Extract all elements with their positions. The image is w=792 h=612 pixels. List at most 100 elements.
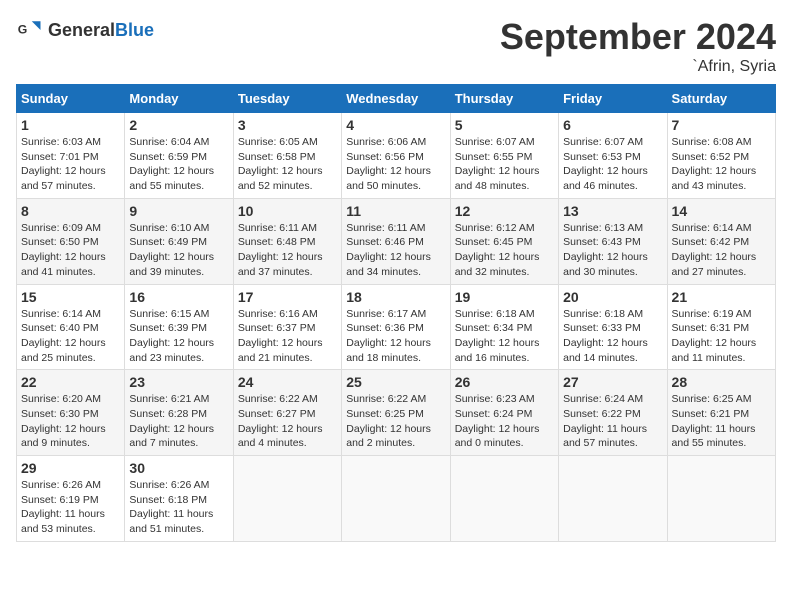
calendar-header: SundayMondayTuesdayWednesdayThursdayFrid…: [17, 85, 776, 113]
calendar-cell: 12 Sunrise: 6:12 AMSunset: 6:45 PMDayligh…: [450, 198, 558, 284]
day-number: 17: [238, 289, 337, 305]
calendar-cell: [559, 456, 667, 542]
day-number: 28: [672, 374, 771, 390]
day-number: 8: [21, 203, 120, 219]
calendar-cell: 5 Sunrise: 6:07 AMSunset: 6:55 PMDaylight…: [450, 113, 558, 199]
weekday-header-friday: Friday: [559, 85, 667, 113]
day-number: 5: [455, 117, 554, 133]
day-number: 11: [346, 203, 445, 219]
day-number: 9: [129, 203, 228, 219]
day-info: Sunrise: 6:25 AMSunset: 6:21 PMDaylight:…: [672, 392, 771, 451]
day-number: 12: [455, 203, 554, 219]
header: G GeneralBlue September 2024 `Afrin, Syr…: [16, 16, 776, 76]
day-number: 24: [238, 374, 337, 390]
calendar-cell: 22 Sunrise: 6:20 AMSunset: 6:30 PMDayligh…: [17, 370, 125, 456]
day-info: Sunrise: 6:20 AMSunset: 6:30 PMDaylight:…: [21, 392, 120, 451]
weekday-header-thursday: Thursday: [450, 85, 558, 113]
day-info: Sunrise: 6:17 AMSunset: 6:36 PMDaylight:…: [346, 307, 445, 366]
calendar-cell: [342, 456, 450, 542]
weekday-header-monday: Monday: [125, 85, 233, 113]
logo-icon: G: [16, 16, 44, 44]
calendar-cell: 29 Sunrise: 6:26 AMSunset: 6:19 PMDayligh…: [17, 456, 125, 542]
calendar-cell: 14Sunrise: 6:14 AMSunset: 6:42 PMDayligh…: [667, 198, 775, 284]
calendar-cell: 6Sunrise: 6:07 AMSunset: 6:53 PMDaylight…: [559, 113, 667, 199]
day-info: Sunrise: 6:21 AMSunset: 6:28 PMDaylight:…: [129, 392, 228, 451]
day-number: 15: [21, 289, 120, 305]
calendar-cell: 4 Sunrise: 6:06 AMSunset: 6:56 PMDaylight…: [342, 113, 450, 199]
location: `Afrin, Syria: [500, 58, 776, 76]
day-number: 29: [21, 460, 120, 476]
day-number: 27: [563, 374, 662, 390]
calendar-cell: 27 Sunrise: 6:24 AMSunset: 6:22 PMDayligh…: [559, 370, 667, 456]
day-info: Sunrise: 6:06 AMSunset: 6:56 PMDaylight:…: [346, 135, 445, 194]
calendar-cell: [667, 456, 775, 542]
day-info: Sunrise: 6:14 AMSunset: 6:40 PMDaylight:…: [21, 307, 120, 366]
day-number: 3: [238, 117, 337, 133]
day-number: 23: [129, 374, 228, 390]
day-info: Sunrise: 6:24 AMSunset: 6:22 PMDaylight:…: [563, 392, 662, 451]
day-number: 7: [672, 117, 771, 133]
calendar-cell: 18 Sunrise: 6:17 AMSunset: 6:36 PMDayligh…: [342, 284, 450, 370]
day-info: Sunrise: 6:22 AMSunset: 6:25 PMDaylight:…: [346, 392, 445, 451]
day-info: Sunrise: 6:19 AMSunset: 6:31 PMDaylight:…: [672, 307, 771, 366]
calendar-cell: 3 Sunrise: 6:05 AMSunset: 6:58 PMDaylight…: [233, 113, 341, 199]
calendar-cell: 19Sunrise: 6:18 AMSunset: 6:34 PMDayligh…: [450, 284, 558, 370]
day-number: 10: [238, 203, 337, 219]
logo: G GeneralBlue: [16, 16, 154, 44]
calendar-week-1: 1Sunrise: 6:03 AMSunset: 7:01 PMDaylight…: [17, 113, 776, 199]
month-title: September 2024: [500, 16, 776, 58]
calendar-cell: 21 Sunrise: 6:19 AMSunset: 6:31 PMDayligh…: [667, 284, 775, 370]
day-info: Sunrise: 6:18 AMSunset: 6:33 PMDaylight:…: [563, 307, 662, 366]
day-info: Sunrise: 6:04 AMSunset: 6:59 PMDaylight:…: [129, 135, 228, 194]
day-info: Sunrise: 6:15 AMSunset: 6:39 PMDaylight:…: [129, 307, 228, 366]
weekday-header-saturday: Saturday: [667, 85, 775, 113]
calendar-cell: [233, 456, 341, 542]
calendar-cell: 16 Sunrise: 6:15 AMSunset: 6:39 PMDayligh…: [125, 284, 233, 370]
calendar-cell: 10Sunrise: 6:11 AMSunset: 6:48 PMDayligh…: [233, 198, 341, 284]
day-number: 20: [563, 289, 662, 305]
day-info: Sunrise: 6:12 AMSunset: 6:45 PMDaylight:…: [455, 221, 554, 280]
calendar-table: SundayMondayTuesdayWednesdayThursdayFrid…: [16, 84, 776, 542]
weekday-header-wednesday: Wednesday: [342, 85, 450, 113]
day-info: Sunrise: 6:26 AMSunset: 6:19 PMDaylight:…: [21, 478, 120, 537]
calendar-cell: 17Sunrise: 6:16 AMSunset: 6:37 PMDayligh…: [233, 284, 341, 370]
day-number: 21: [672, 289, 771, 305]
day-info: Sunrise: 6:22 AMSunset: 6:27 PMDaylight:…: [238, 392, 337, 451]
day-number: 18: [346, 289, 445, 305]
day-number: 26: [455, 374, 554, 390]
day-info: Sunrise: 6:09 AMSunset: 6:50 PMDaylight:…: [21, 221, 120, 280]
day-info: Sunrise: 6:08 AMSunset: 6:52 PMDaylight:…: [672, 135, 771, 194]
day-number: 25: [346, 374, 445, 390]
day-info: Sunrise: 6:23 AMSunset: 6:24 PMDaylight:…: [455, 392, 554, 451]
day-number: 16: [129, 289, 228, 305]
day-info: Sunrise: 6:07 AMSunset: 6:55 PMDaylight:…: [455, 135, 554, 194]
calendar-week-4: 22 Sunrise: 6:20 AMSunset: 6:30 PMDayligh…: [17, 370, 776, 456]
calendar-week-3: 15 Sunrise: 6:14 AMSunset: 6:40 PMDayligh…: [17, 284, 776, 370]
calendar-cell: 30 Sunrise: 6:26 AMSunset: 6:18 PMDayligh…: [125, 456, 233, 542]
day-info: Sunrise: 6:05 AMSunset: 6:58 PMDaylight:…: [238, 135, 337, 194]
day-number: 22: [21, 374, 120, 390]
logo-blue: Blue: [115, 20, 154, 40]
svg-text:G: G: [18, 23, 28, 37]
day-number: 13: [563, 203, 662, 219]
calendar-cell: 23 Sunrise: 6:21 AMSunset: 6:28 PMDayligh…: [125, 370, 233, 456]
day-number: 19: [455, 289, 554, 305]
calendar-cell: 26 Sunrise: 6:23 AMSunset: 6:24 PMDayligh…: [450, 370, 558, 456]
calendar-cell: 20 Sunrise: 6:18 AMSunset: 6:33 PMDayligh…: [559, 284, 667, 370]
calendar-week-5: 29 Sunrise: 6:26 AMSunset: 6:19 PMDayligh…: [17, 456, 776, 542]
day-number: 2: [129, 117, 228, 133]
day-info: Sunrise: 6:26 AMSunset: 6:18 PMDaylight:…: [129, 478, 228, 537]
day-info: Sunrise: 6:11 AMSunset: 6:46 PMDaylight:…: [346, 221, 445, 280]
day-number: 6: [563, 117, 662, 133]
calendar-cell: 24 Sunrise: 6:22 AMSunset: 6:27 PMDayligh…: [233, 370, 341, 456]
day-number: 4: [346, 117, 445, 133]
calendar-week-2: 8 Sunrise: 6:09 AMSunset: 6:50 PMDaylight…: [17, 198, 776, 284]
day-number: 30: [129, 460, 228, 476]
calendar-cell: 25 Sunrise: 6:22 AMSunset: 6:25 PMDayligh…: [342, 370, 450, 456]
logo-wordmark: GeneralBlue: [48, 20, 154, 41]
day-info: Sunrise: 6:10 AMSunset: 6:49 PMDaylight:…: [129, 221, 228, 280]
day-info: Sunrise: 6:03 AMSunset: 7:01 PMDaylight:…: [21, 135, 120, 194]
weekday-header-sunday: Sunday: [17, 85, 125, 113]
day-number: 14: [672, 203, 771, 219]
calendar-cell: 1Sunrise: 6:03 AMSunset: 7:01 PMDaylight…: [17, 113, 125, 199]
